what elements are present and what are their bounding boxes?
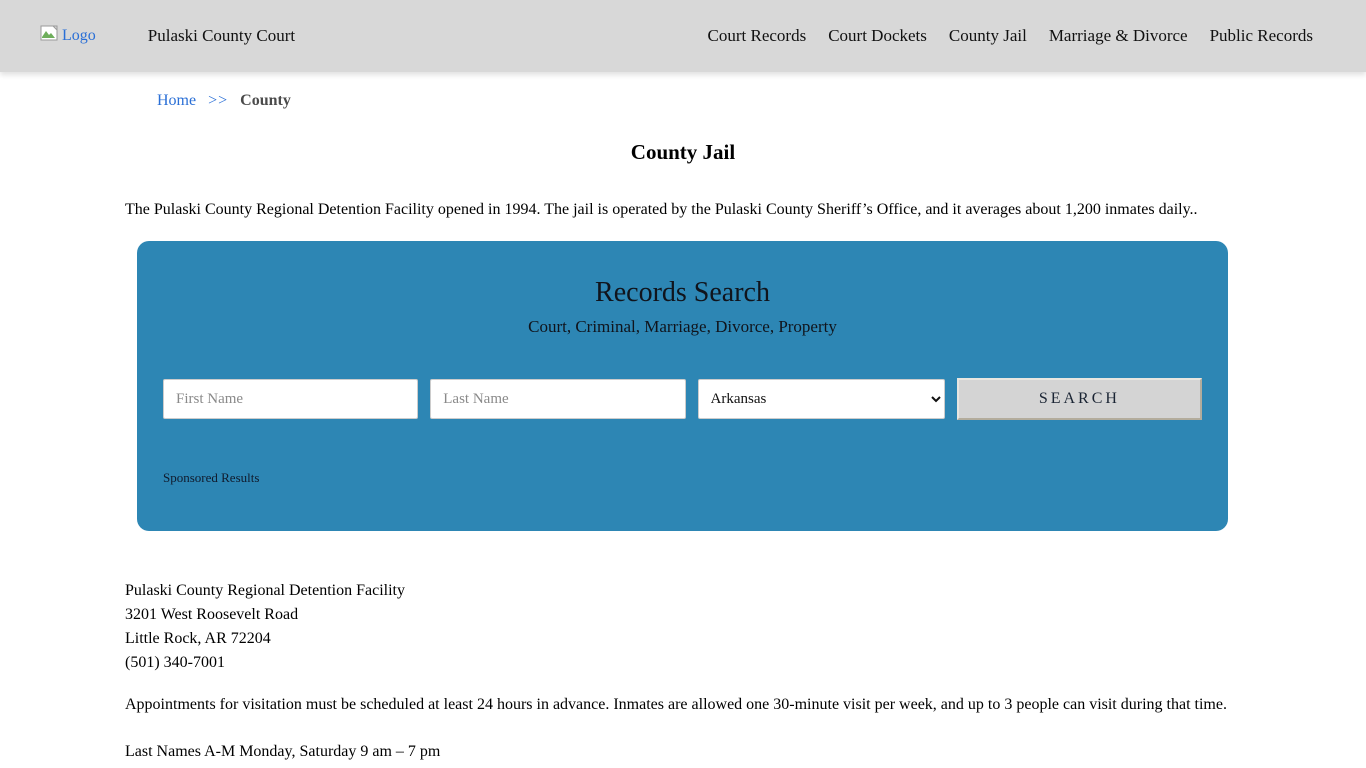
nav-public-records[interactable]: Public Records <box>1210 26 1313 46</box>
search-button[interactable]: SEARCH <box>957 378 1202 420</box>
page-title: County Jail <box>125 140 1241 165</box>
nav-court-dockets[interactable]: Court Dockets <box>828 26 927 46</box>
facility-city: Little Rock, AR 72204 <box>125 627 1241 651</box>
broken-image-icon <box>40 25 60 48</box>
schedule-line-nz: Last Names N-Z Tuesday, Sunday 9 am – 7 … <box>125 764 1241 768</box>
facility-address-block: Pulaski County Regional Detention Facili… <box>125 579 1241 675</box>
nav-court-records[interactable]: Court Records <box>708 26 807 46</box>
nav-marriage-divorce[interactable]: Marriage & Divorce <box>1049 26 1188 46</box>
facility-name: Pulaski County Regional Detention Facili… <box>125 579 1241 603</box>
facility-phone: (501) 340-7001 <box>125 651 1241 675</box>
visitation-schedule: Last Names A-M Monday, Saturday 9 am – 7… <box>125 740 1241 768</box>
main-nav: Court Records Court Dockets County Jail … <box>708 26 1313 46</box>
site-logo[interactable]: Logo <box>40 25 96 48</box>
state-select[interactable]: Arkansas <box>698 379 945 419</box>
breadcrumb-separator: >> <box>208 92 228 109</box>
sponsored-results-label: Sponsored Results <box>163 470 1202 486</box>
first-name-input[interactable] <box>163 379 418 419</box>
nav-county-jail[interactable]: County Jail <box>949 26 1027 46</box>
site-header: Logo Pulaski County Court Court Records … <box>0 0 1366 72</box>
schedule-line-am: Last Names A-M Monday, Saturday 9 am – 7… <box>125 740 1241 764</box>
last-name-input[interactable] <box>430 379 685 419</box>
records-search-form: Arkansas SEARCH <box>163 379 1202 420</box>
visitation-paragraph: Appointments for visitation must be sche… <box>125 695 1241 714</box>
facility-street: 3201 West Roosevelt Road <box>125 603 1241 627</box>
breadcrumb-home-link[interactable]: Home <box>157 92 196 109</box>
intro-paragraph: The Pulaski County Regional Detention Fa… <box>125 200 1241 219</box>
content-container: Home >> County County Jail The Pulaski C… <box>125 92 1241 768</box>
logo-alt-text: Logo <box>62 27 96 45</box>
records-search-panel: Records Search Court, Criminal, Marriage… <box>137 241 1228 531</box>
site-title: Pulaski County Court <box>148 26 295 46</box>
breadcrumb: Home >> County <box>125 92 1241 110</box>
records-search-subtitle: Court, Criminal, Marriage, Divorce, Prop… <box>163 317 1202 337</box>
breadcrumb-current: County <box>240 92 291 109</box>
records-search-title: Records Search <box>163 277 1202 309</box>
